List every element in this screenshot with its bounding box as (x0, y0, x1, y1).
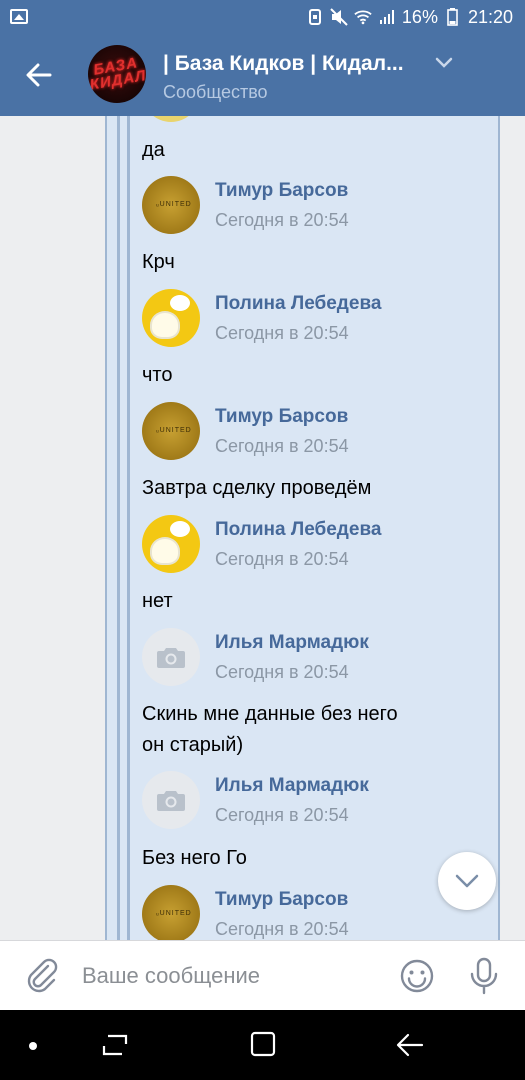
paperclip-icon[interactable] (24, 957, 60, 993)
author-name[interactable]: Илья Мармадюк (215, 632, 369, 654)
message-text: Без него Го (142, 847, 247, 869)
message-text: он старый) (142, 734, 244, 756)
home-icon[interactable] (249, 1030, 277, 1060)
avatar[interactable] (142, 289, 200, 347)
camera-icon (157, 791, 185, 811)
camera-icon (157, 648, 185, 668)
back-nav-icon[interactable] (394, 1030, 426, 1060)
chevron-down-icon (455, 874, 479, 888)
message-time: Сегодня в 20:54 (215, 549, 349, 569)
chat-header: БАЗА КИДАЛ | База Кидков | Кидал... Сооб… (0, 34, 525, 116)
microphone-icon[interactable] (468, 957, 500, 995)
community-avatar[interactable]: БАЗА КИДАЛ (83, 40, 151, 108)
battery-icon (444, 8, 462, 26)
message-time: Сегодня в 20:54 (215, 323, 349, 343)
message-list[interactable]: да ᵤUNITED Тимур Барсов Сегодня в 20:54 … (0, 116, 525, 940)
avatar[interactable]: ᵤUNITED (142, 176, 200, 234)
message-time: Сегодня в 20:54 (215, 919, 349, 939)
message-text: да (142, 139, 165, 161)
avatar[interactable] (142, 515, 200, 573)
author-name[interactable]: Полина Лебедева (215, 293, 381, 315)
author-name[interactable]: Тимур Барсов (215, 889, 348, 911)
battery-percent: 16% (401, 6, 438, 27)
message-time: Сегодня в 20:54 (215, 662, 349, 682)
message-time: Сегодня в 20:54 (215, 210, 349, 230)
message-text: Скинь мне данные без него (142, 703, 398, 725)
message-text: нет (142, 590, 173, 612)
chat-subtitle: Сообщество (163, 82, 268, 102)
sync-icon (306, 8, 324, 26)
scroll-to-bottom-button[interactable] (438, 852, 496, 910)
forward-indicator-line (117, 116, 120, 940)
avatar[interactable]: ᵤUNITED (142, 885, 200, 940)
message-text: Завтра сделку проведём (142, 477, 372, 499)
forward-indicator-line (127, 116, 130, 940)
back-button[interactable] (18, 55, 60, 95)
image-notification-icon (10, 9, 28, 24)
chevron-down-icon[interactable] (434, 56, 454, 70)
author-name[interactable]: Полина Лебедева (215, 519, 381, 541)
chat-title[interactable]: | База Кидков | Кидал... (163, 52, 404, 76)
author-name[interactable]: Тимур Барсов (215, 406, 348, 428)
message-composer (0, 940, 525, 1010)
author-name[interactable]: Илья Мармадюк (215, 775, 369, 797)
arrow-left-icon (26, 63, 52, 87)
clock: 21:20 (467, 6, 513, 27)
message-time: Сегодня в 20:54 (215, 805, 349, 825)
smile-icon[interactable] (399, 958, 435, 994)
message-text: Крч (142, 251, 175, 273)
status-bar: 16% 21:20 (0, 0, 525, 34)
avatar[interactable] (142, 628, 200, 686)
mute-icon (330, 8, 348, 26)
recent-apps-icon[interactable] (100, 1030, 130, 1060)
signal-icon (378, 8, 396, 26)
message-input[interactable] (82, 955, 382, 997)
avatar[interactable]: ᵤUNITED (142, 402, 200, 460)
wifi-icon (354, 8, 372, 26)
status-icons: 16% 21:20 (306, 0, 513, 34)
nav-dot-icon (29, 1042, 37, 1050)
author-name[interactable]: Тимур Барсов (215, 180, 348, 202)
message-text: что (142, 364, 173, 386)
message-time: Сегодня в 20:54 (215, 436, 349, 456)
avatar[interactable] (142, 771, 200, 829)
system-navigation-bar (0, 1010, 525, 1080)
